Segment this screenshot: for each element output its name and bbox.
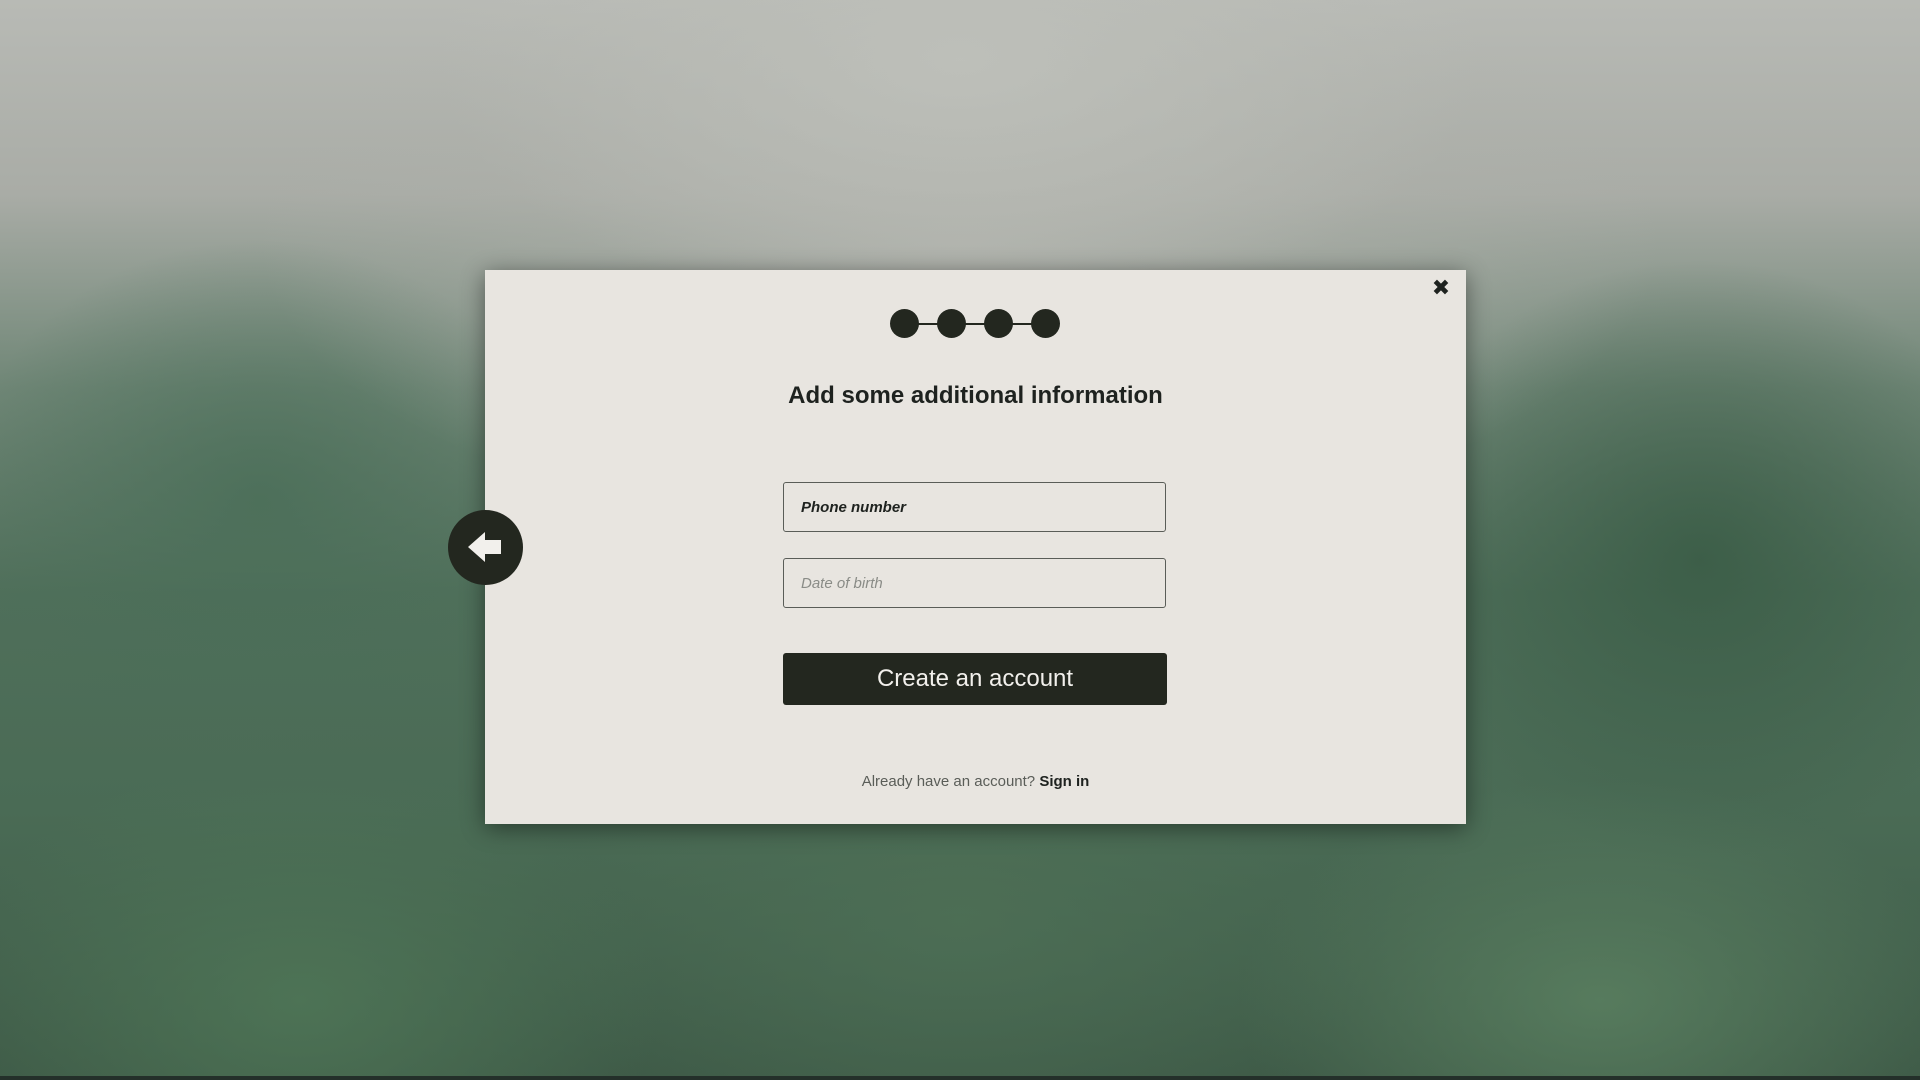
modal-title: Add some additional information [788,382,1163,409]
progress-step-1 [890,309,919,338]
date-of-birth-field[interactable] [783,558,1166,608]
signin-row: Already have an account? Sign in [485,773,1466,790]
progress-steps [890,309,1065,339]
progress-step-2 [937,309,966,338]
signin-prompt: Already have an account? [861,773,1036,790]
progress-line [904,323,1051,325]
progress-step-4 [1031,309,1060,338]
progress-step-3 [984,309,1013,338]
arrow-left-icon [468,532,501,562]
close-icon[interactable]: ✖ [1430,278,1452,300]
signin-link[interactable]: Sign in [1039,773,1089,790]
create-account-button[interactable]: Create an account [783,653,1167,705]
phone-number-field[interactable] [783,482,1166,532]
background-bottom-edge [0,1076,1920,1080]
signup-modal: ✖ Add some additional information Create… [485,270,1466,824]
back-button[interactable] [448,510,523,585]
